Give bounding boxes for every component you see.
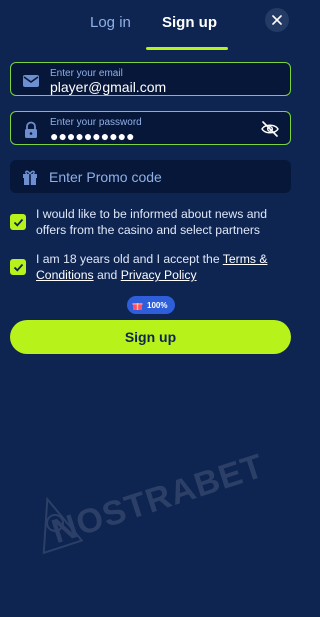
gift-icon <box>23 170 37 185</box>
privacy-policy-link[interactable]: Privacy Policy <box>121 268 197 282</box>
checkmark-icon <box>13 218 23 227</box>
envelope-icon <box>23 75 39 87</box>
eye-off-icon[interactable] <box>260 119 280 139</box>
password-label: Enter your password <box>50 117 142 128</box>
gift-box-icon <box>132 302 143 310</box>
tab-login[interactable]: Log in <box>90 14 131 31</box>
terms-text-middle: and <box>93 268 121 282</box>
watermark: NOSTRABET <box>16 403 300 597</box>
bonus-badge: 100% <box>127 296 175 314</box>
bonus-badge-text: 100% <box>147 300 168 310</box>
watermark-text: NOSTRABET <box>47 446 269 552</box>
news-consent-row: I would like to be informed about news a… <box>10 206 295 240</box>
promo-code-field[interactable]: Enter Promo code <box>10 160 291 193</box>
checkmark-icon <box>13 263 23 272</box>
news-consent-checkbox[interactable] <box>10 214 26 230</box>
top-bar: Log in Sign up <box>0 0 300 50</box>
terms-consent-checkbox[interactable] <box>10 259 26 275</box>
terms-consent-row: I am 18 years old and I accept the Terms… <box>10 251 295 285</box>
email-field[interactable]: Enter your email player@gmail.com <box>10 62 291 96</box>
news-consent-text: I would like to be informed about news a… <box>36 207 268 237</box>
promo-placeholder: Enter Promo code <box>49 169 162 185</box>
password-field[interactable]: Enter your password ●●●●●●●●●● <box>10 111 291 145</box>
password-value: ●●●●●●●●●● <box>50 128 135 144</box>
email-value: player@gmail.com <box>50 79 167 95</box>
tab-signup[interactable]: Sign up <box>162 14 217 31</box>
lock-icon <box>25 121 37 138</box>
terms-text-before: I am 18 years old and I accept the <box>36 252 223 266</box>
close-button[interactable] <box>265 8 289 32</box>
active-tab-indicator <box>146 47 228 50</box>
signup-button[interactable]: Sign up <box>10 320 291 354</box>
terms-consent-text: I am 18 years old and I accept the Terms… <box>36 251 296 283</box>
email-label: Enter your email <box>50 68 123 79</box>
close-icon <box>272 15 282 25</box>
